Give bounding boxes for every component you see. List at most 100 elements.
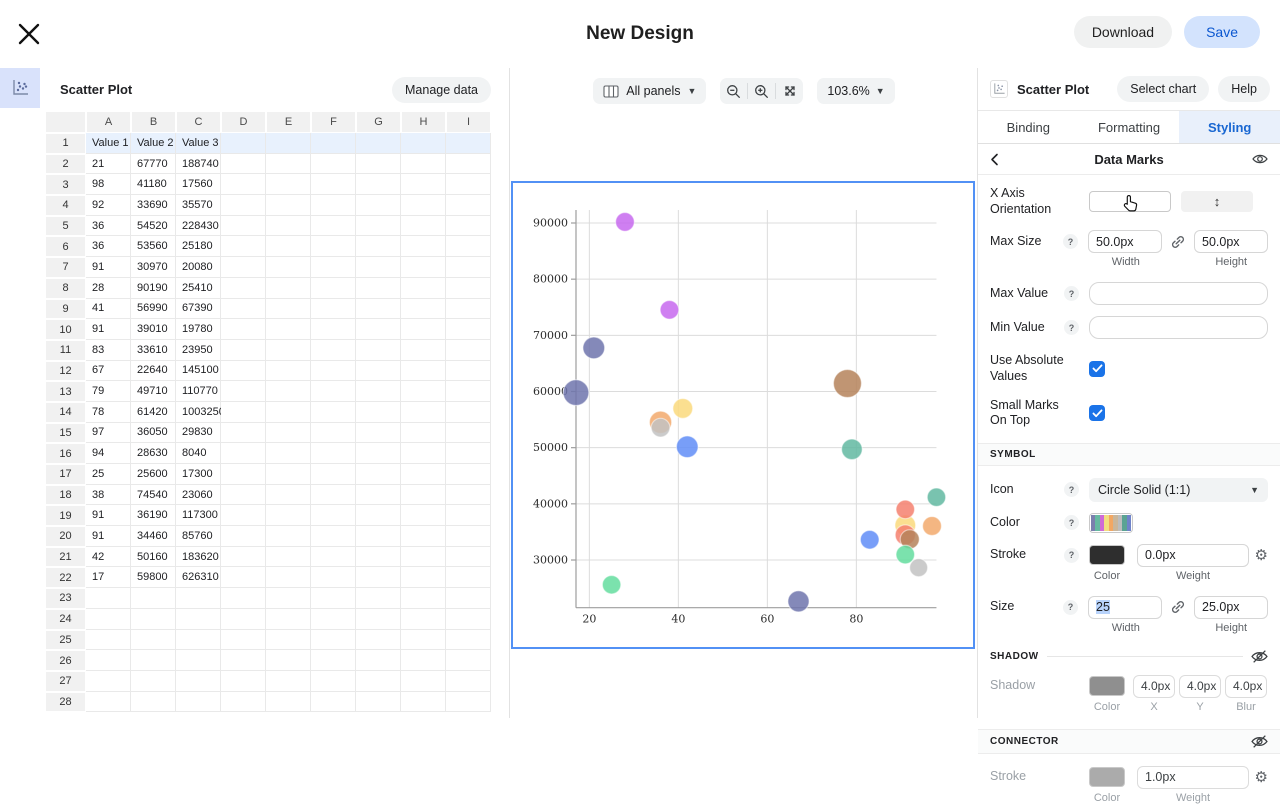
cell[interactable] — [266, 154, 311, 175]
gear-icon[interactable]: ⚙ — [1255, 768, 1268, 786]
cell[interactable]: 145100 — [176, 361, 221, 382]
row-number[interactable]: 2 — [45, 154, 86, 175]
cell[interactable]: 23060 — [176, 485, 221, 506]
color-palette-swatch[interactable] — [1089, 513, 1133, 533]
row-number[interactable]: 12 — [45, 361, 86, 382]
cell[interactable] — [221, 236, 266, 257]
cell[interactable] — [131, 692, 176, 713]
cell[interactable] — [401, 671, 446, 692]
link-icon[interactable] — [1170, 234, 1186, 250]
row-number[interactable]: 14 — [45, 402, 86, 423]
cell[interactable] — [311, 299, 356, 320]
gear-icon[interactable]: ⚙ — [1255, 546, 1268, 564]
cell[interactable] — [401, 174, 446, 195]
cell[interactable]: 53560 — [131, 236, 176, 257]
cell[interactable]: 29830 — [176, 423, 221, 444]
cell[interactable] — [266, 526, 311, 547]
cell[interactable] — [311, 609, 356, 630]
row-number[interactable]: 25 — [45, 630, 86, 651]
scatter-point[interactable] — [673, 398, 693, 418]
cell[interactable] — [311, 257, 356, 278]
download-button[interactable]: Download — [1074, 16, 1172, 48]
cell[interactable]: 34460 — [131, 526, 176, 547]
cell[interactable] — [401, 402, 446, 423]
cell[interactable]: 97 — [86, 423, 131, 444]
scatter-point[interactable] — [563, 380, 589, 406]
max-size-width-input[interactable]: 50.0px — [1088, 230, 1162, 253]
cell[interactable] — [446, 278, 491, 299]
cell[interactable] — [176, 671, 221, 692]
row-number[interactable]: 1 — [45, 133, 86, 154]
cell[interactable]: 33690 — [131, 195, 176, 216]
cell[interactable] — [221, 485, 266, 506]
cell[interactable]: 94 — [86, 443, 131, 464]
cell[interactable] — [446, 154, 491, 175]
cell[interactable] — [311, 319, 356, 340]
cell[interactable]: 41180 — [131, 174, 176, 195]
cell[interactable]: 35570 — [176, 195, 221, 216]
row-number[interactable]: 24 — [45, 609, 86, 630]
small-marks-on-top-checkbox[interactable] — [1089, 405, 1105, 421]
cell[interactable]: 36190 — [131, 505, 176, 526]
cell[interactable] — [311, 464, 356, 485]
cell[interactable] — [266, 319, 311, 340]
cell[interactable] — [356, 650, 401, 671]
cell[interactable] — [446, 630, 491, 651]
cell[interactable] — [266, 443, 311, 464]
cell[interactable] — [401, 630, 446, 651]
all-panels-dropdown[interactable]: All panels ▼ — [593, 78, 706, 104]
cell[interactable] — [446, 464, 491, 485]
cell[interactable]: 17300 — [176, 464, 221, 485]
cell[interactable] — [266, 485, 311, 506]
row-number[interactable]: 27 — [45, 671, 86, 692]
cell[interactable] — [446, 505, 491, 526]
cell[interactable]: 83 — [86, 340, 131, 361]
manage-data-button[interactable]: Manage data — [392, 77, 491, 103]
cell[interactable] — [401, 195, 446, 216]
cell[interactable]: 626310 — [176, 567, 221, 588]
row-number[interactable]: 15 — [45, 423, 86, 444]
scatter-point[interactable] — [927, 488, 945, 506]
cell[interactable] — [311, 630, 356, 651]
cell[interactable] — [131, 671, 176, 692]
cell[interactable] — [311, 423, 356, 444]
cell[interactable] — [221, 505, 266, 526]
cell[interactable] — [176, 588, 221, 609]
orientation-horizontal-button[interactable]: ↔ — [1089, 191, 1171, 212]
cell[interactable]: 39010 — [131, 319, 176, 340]
cell[interactable] — [401, 133, 446, 154]
cell[interactable] — [266, 402, 311, 423]
cell[interactable] — [401, 154, 446, 175]
cell[interactable] — [446, 319, 491, 340]
cell[interactable] — [266, 299, 311, 320]
cell[interactable] — [446, 567, 491, 588]
cell[interactable]: 36 — [86, 236, 131, 257]
cell[interactable] — [356, 195, 401, 216]
cell[interactable] — [446, 443, 491, 464]
help-badge[interactable]: ? — [1063, 600, 1078, 615]
cell[interactable]: 28 — [86, 278, 131, 299]
cell[interactable] — [266, 630, 311, 651]
max-size-height-input[interactable]: 50.0px — [1194, 230, 1268, 253]
scatter-point[interactable] — [833, 370, 861, 398]
shadow-color-swatch[interactable] — [1089, 676, 1125, 696]
scatter-point[interactable] — [842, 439, 863, 460]
row-number[interactable]: 21 — [45, 547, 86, 568]
cell[interactable]: 117300 — [176, 505, 221, 526]
cell[interactable]: 91 — [86, 505, 131, 526]
cell[interactable] — [266, 174, 311, 195]
zoom-in-button[interactable] — [748, 78, 775, 104]
tab-formatting[interactable]: Formatting — [1079, 111, 1180, 143]
cell[interactable] — [221, 671, 266, 692]
cell[interactable]: 28630 — [131, 443, 176, 464]
cell[interactable] — [356, 567, 401, 588]
shadow-x-input[interactable]: 4.0px — [1133, 675, 1175, 698]
scatter-point[interactable] — [583, 337, 605, 359]
cell[interactable] — [401, 340, 446, 361]
cell[interactable]: 17 — [86, 567, 131, 588]
cell[interactable] — [266, 464, 311, 485]
cell[interactable] — [221, 567, 266, 588]
cell[interactable]: 228430 — [176, 216, 221, 237]
cell[interactable] — [446, 299, 491, 320]
cell[interactable] — [356, 423, 401, 444]
